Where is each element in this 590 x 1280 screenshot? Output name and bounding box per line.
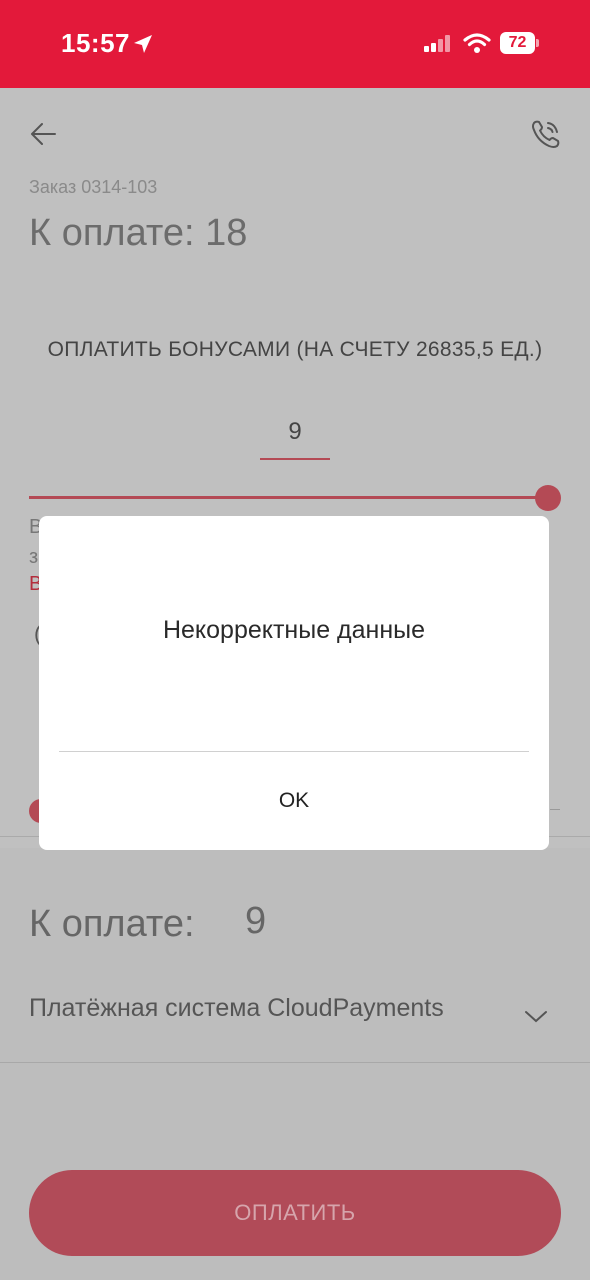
status-time: 15:57 [61, 28, 130, 58]
payment-system-select[interactable]: Платёжная система CloudPayments [29, 994, 444, 1023]
pay-with-bonuses-title: ОПЛАТИТЬ БОНУСАМИ (НА СЧЕТУ 26835,5 ЕД.) [47, 338, 543, 361]
dialog-divider [59, 751, 529, 752]
chevron-down-icon[interactable] [522, 1002, 550, 1030]
bonus-amount-input[interactable]: 9 [260, 414, 330, 460]
wifi-icon [463, 33, 491, 53]
dialog-message: Некорректные данные [162, 616, 426, 644]
location-arrow-icon [134, 35, 152, 53]
payment-divider [0, 1062, 590, 1063]
pay-button[interactable]: ОПЛАТИТЬ [29, 1170, 561, 1256]
ok-button[interactable]: OK [244, 776, 344, 826]
obscured-text-2: з [29, 546, 39, 568]
bonus-slider-track[interactable] [29, 496, 549, 499]
bonus-slider-thumb[interactable] [535, 485, 561, 511]
order-number: Заказ 0314-103 [29, 177, 158, 197]
status-bar: 15:57 72 [0, 0, 590, 88]
error-dialog: Некорректные данные OK [39, 516, 549, 850]
battery-level: 72 [500, 32, 535, 54]
battery-icon: 72 [500, 32, 540, 54]
phone-icon[interactable] [526, 114, 566, 154]
signal-icon [424, 35, 450, 52]
secondary-slider-track [550, 809, 560, 810]
to-pay-label: К оплате: [29, 903, 195, 945]
back-arrow-icon[interactable] [24, 114, 64, 154]
to-pay-value: 9 [245, 900, 267, 942]
total-amount-title: К оплате: 18 [29, 212, 248, 254]
